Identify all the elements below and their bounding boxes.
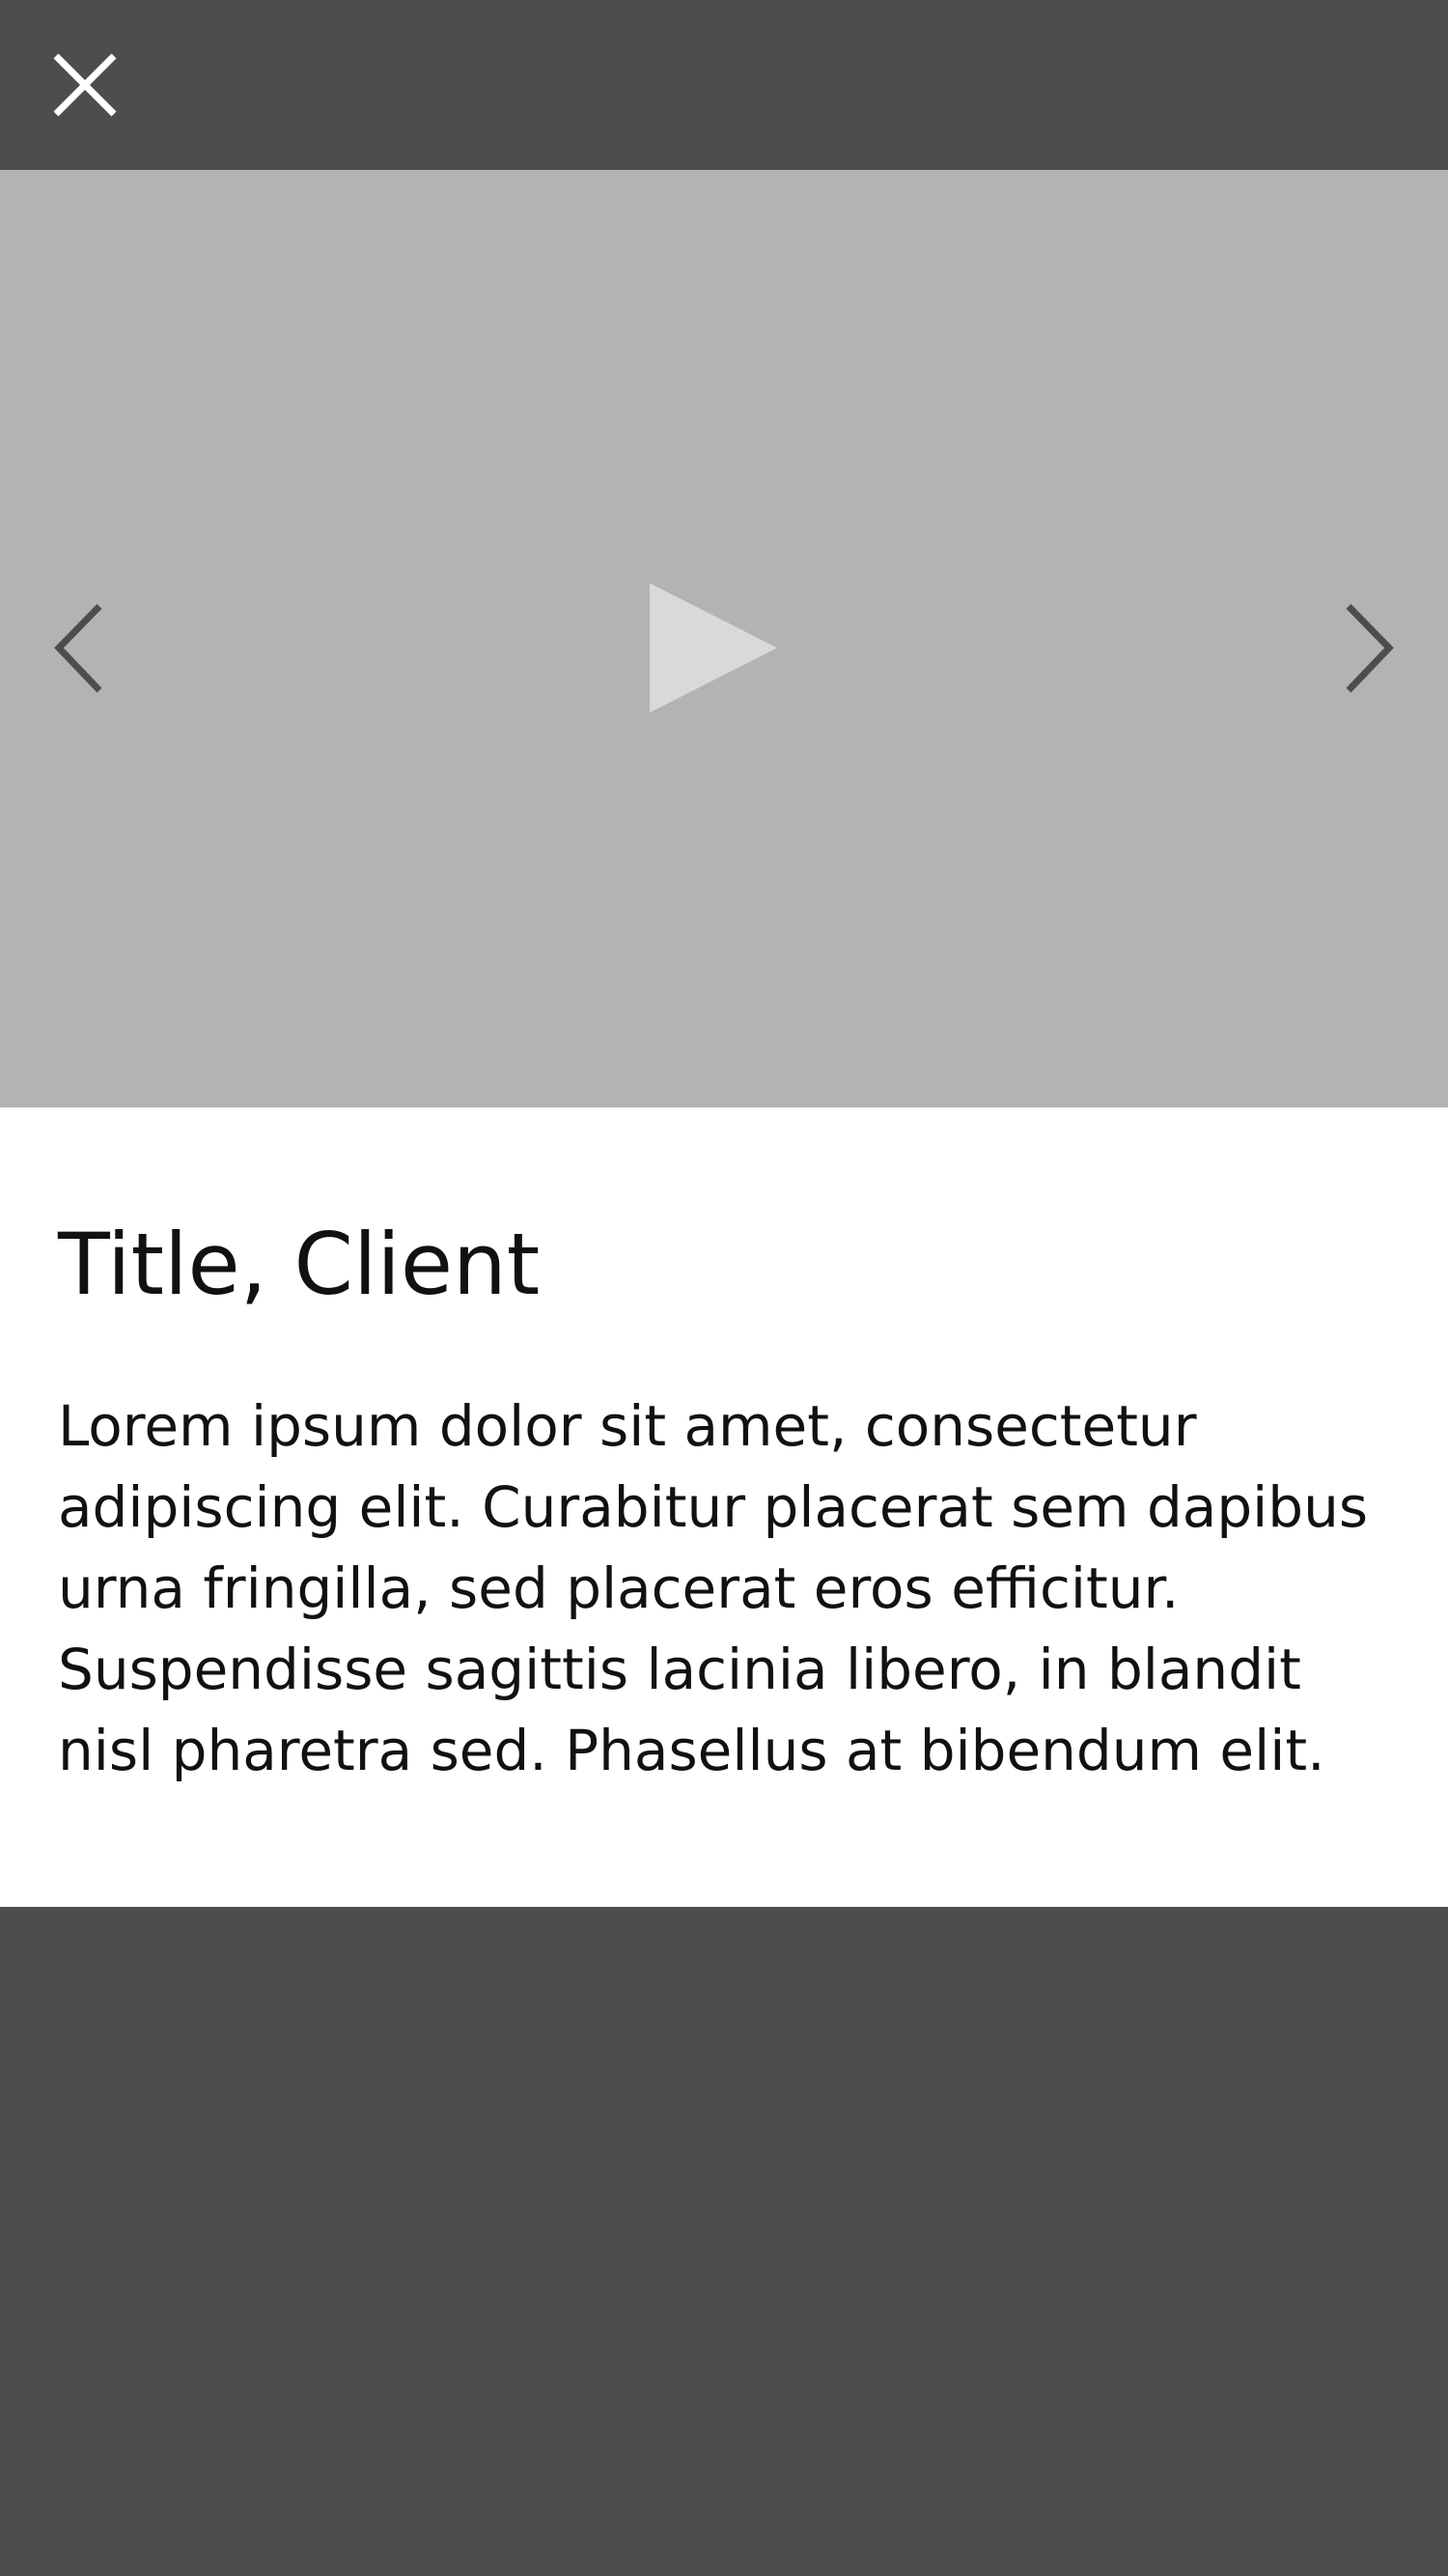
top-bar <box>0 0 1448 170</box>
play-button[interactable] <box>632 566 796 730</box>
bottom-backdrop <box>0 1907 1448 2576</box>
chevron-left-icon <box>54 603 102 692</box>
media-viewer <box>0 170 1448 1107</box>
chevron-right-icon <box>1346 603 1394 692</box>
info-panel: Title, Client Lorem ipsum dolor sit amet… <box>0 1107 1448 1907</box>
close-icon <box>53 53 117 117</box>
item-title: Title, Client <box>58 1215 541 1314</box>
previous-button[interactable] <box>37 575 124 720</box>
close-button[interactable] <box>46 46 124 124</box>
next-button[interactable] <box>1324 575 1411 720</box>
item-description: Lorem ipsum dolor sit amet, consectetur … <box>58 1393 1369 1783</box>
play-icon <box>649 582 777 713</box>
